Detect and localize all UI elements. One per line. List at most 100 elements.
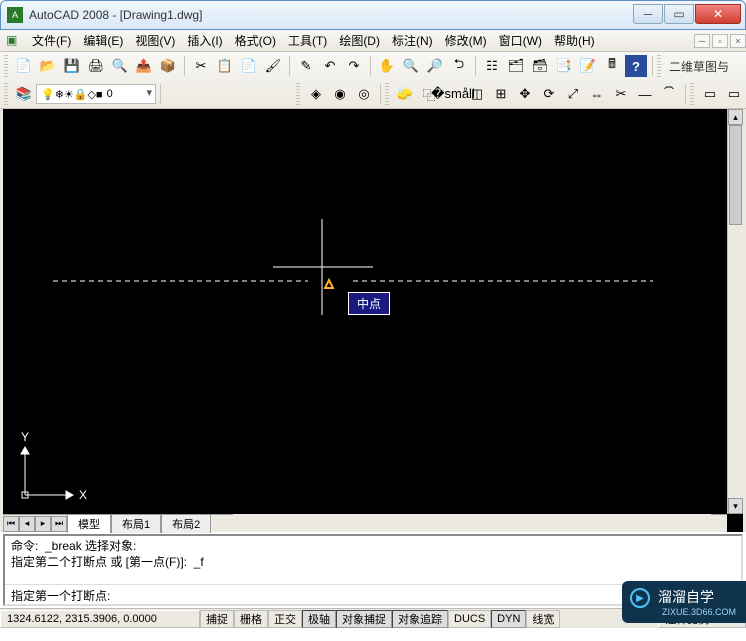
scale-button[interactable]: ⤢ bbox=[562, 83, 584, 105]
toolbar-grip[interactable] bbox=[4, 83, 8, 105]
cmd-history-line: 指定第二个打断点 或 [第一点(F)]: _f bbox=[11, 554, 735, 570]
minimize-button[interactable]: ─ bbox=[633, 4, 663, 24]
zoom-prev-button[interactable]: ⮌ bbox=[448, 55, 470, 77]
layeriso-button[interactable]: ◈ bbox=[305, 83, 327, 105]
zoom-window-button[interactable]: 🔎 bbox=[424, 55, 446, 77]
tab-layout2[interactable]: 布局2 bbox=[161, 514, 211, 533]
mirror-button[interactable]: �småll bbox=[442, 83, 464, 105]
command-history[interactable]: 命令: _break 选择对象: 指定第二个打断点 或 [第一点(F)]: _f bbox=[5, 536, 741, 584]
erase-button[interactable]: 🧽 bbox=[394, 83, 416, 105]
tab-model[interactable]: 模型 bbox=[67, 514, 111, 533]
extend-button[interactable]: — bbox=[634, 83, 656, 105]
mdi-restore-button[interactable]: ▫ bbox=[712, 34, 728, 48]
status-ortho-toggle[interactable]: 正交 bbox=[268, 610, 302, 628]
preview-button[interactable]: 🔍 bbox=[109, 55, 131, 77]
3ddwf-button[interactable]: 📦 bbox=[157, 55, 179, 77]
layer-dropdown[interactable]: 💡❄☀🔒◇■ 0 bbox=[36, 84, 156, 104]
cmd-history-line: 命令: _break 选择对象: bbox=[11, 538, 735, 554]
toolbar-grip[interactable] bbox=[657, 55, 661, 77]
tab-last-button[interactable]: ⏭ bbox=[51, 516, 67, 532]
maximize-button[interactable]: ▭ bbox=[664, 4, 694, 24]
status-snap-toggle[interactable]: 捕捉 bbox=[200, 610, 234, 628]
layerprev-button[interactable]: ◉ bbox=[329, 83, 351, 105]
cut-button[interactable]: ✂ bbox=[190, 55, 212, 77]
horizontal-scrollbar[interactable] bbox=[233, 514, 711, 532]
designcenter-button[interactable]: 🗂 bbox=[505, 55, 527, 77]
trim-button[interactable]: ✂ bbox=[610, 83, 632, 105]
move-button[interactable]: ✥ bbox=[514, 83, 536, 105]
toolbar-grip[interactable] bbox=[4, 55, 8, 77]
menu-dimension[interactable]: 标注(N) bbox=[386, 30, 439, 51]
clean-button[interactable]: ▭ bbox=[699, 83, 721, 105]
status-dyn-toggle[interactable]: DYN bbox=[491, 610, 526, 628]
layer-manager-button[interactable]: 📚 bbox=[13, 83, 35, 105]
layermatch-button[interactable]: ◎ bbox=[353, 83, 375, 105]
menu-help[interactable]: 帮助(H) bbox=[548, 30, 601, 51]
menu-format[interactable]: 格式(O) bbox=[229, 30, 282, 51]
tab-next-button[interactable]: ▸ bbox=[35, 516, 51, 532]
status-lwt-toggle[interactable]: 线宽 bbox=[526, 610, 560, 628]
scroll-up-button[interactable]: ▴ bbox=[728, 109, 743, 125]
pan-button[interactable]: ✋ bbox=[376, 55, 398, 77]
menu-file[interactable]: 文件(F) bbox=[26, 30, 77, 51]
toolbar-grip[interactable] bbox=[296, 83, 300, 105]
menu-window[interactable]: 窗口(W) bbox=[493, 30, 548, 51]
mdi-close-button[interactable]: × bbox=[730, 34, 746, 48]
tab-prev-button[interactable]: ◂ bbox=[19, 516, 35, 532]
watermark-url: ZIXUE.3D66.COM bbox=[662, 607, 736, 617]
menu-bar: ▣ 文件(F) 编辑(E) 视图(V) 插入(I) 格式(O) 工具(T) 绘图… bbox=[0, 30, 746, 52]
menu-insert[interactable]: 插入(I) bbox=[181, 30, 228, 51]
layer-state-icons: 💡❄☀🔒◇■ bbox=[41, 88, 103, 101]
menu-edit[interactable]: 编辑(E) bbox=[77, 30, 129, 51]
workspace-label[interactable]: 二维草图与 bbox=[665, 58, 733, 75]
stretch-button[interactable]: ⇔ bbox=[586, 83, 608, 105]
save-button[interactable]: 💾 bbox=[61, 55, 83, 77]
status-grid-toggle[interactable]: 栅格 bbox=[234, 610, 268, 628]
status-coords[interactable]: 1324.6122, 2315.3906, 0.0000 bbox=[0, 610, 200, 628]
close-button[interactable]: ✕ bbox=[695, 4, 741, 24]
markup-button[interactable]: 📝 bbox=[577, 55, 599, 77]
matchprop-button[interactable]: 🖌 bbox=[262, 55, 284, 77]
copy-button[interactable]: 📋 bbox=[214, 55, 236, 77]
status-ducs-toggle[interactable]: DUCS bbox=[448, 610, 491, 628]
status-polar-toggle[interactable]: 极轴 bbox=[302, 610, 336, 628]
paste-button[interactable]: 📄 bbox=[238, 55, 260, 77]
rotate-button[interactable]: ⟳ bbox=[538, 83, 560, 105]
scroll-thumb[interactable] bbox=[729, 125, 742, 225]
properties-button[interactable]: ☷ bbox=[481, 55, 503, 77]
vertical-scrollbar[interactable]: ▴ ▾ bbox=[727, 109, 743, 514]
publish-button[interactable]: 📤 bbox=[133, 55, 155, 77]
tab-first-button[interactable]: ⏮ bbox=[3, 516, 19, 532]
mdi-minimize-button[interactable]: ─ bbox=[694, 34, 710, 48]
plot-button[interactable]: 🖨 bbox=[85, 55, 107, 77]
menu-draw[interactable]: 绘图(D) bbox=[333, 30, 386, 51]
array-button[interactable]: ⊞ bbox=[490, 83, 512, 105]
sheetset-button[interactable]: 📑 bbox=[553, 55, 575, 77]
toolbar-grip[interactable] bbox=[385, 83, 389, 105]
toolbar-separator bbox=[160, 84, 161, 104]
help-button[interactable]: ? bbox=[625, 55, 647, 77]
status-otrack-toggle[interactable]: 对象追踪 bbox=[392, 610, 448, 628]
drawing-canvas[interactable]: X Y bbox=[3, 109, 743, 532]
tab-layout1[interactable]: 布局1 bbox=[111, 514, 161, 533]
offset-button[interactable]: ◫ bbox=[466, 83, 488, 105]
open-button[interactable]: 📂 bbox=[37, 55, 59, 77]
new-button[interactable]: 📄 bbox=[13, 55, 35, 77]
redo-button[interactable]: ↷ bbox=[343, 55, 365, 77]
undo-button[interactable]: ↶ bbox=[319, 55, 341, 77]
toolbar-grip[interactable] bbox=[690, 83, 694, 105]
drawing-area[interactable]: X Y 中点 ▴ ▾ ⏮ ◂ ▸ ⏭ 模型 布局1 布局2 bbox=[0, 109, 746, 532]
blockeditor-button[interactable]: ✎ bbox=[295, 55, 317, 77]
menu-modify[interactable]: 修改(M) bbox=[439, 30, 493, 51]
scroll-down-button[interactable]: ▾ bbox=[728, 498, 743, 514]
menu-tools[interactable]: 工具(T) bbox=[282, 30, 333, 51]
zoom-rt-button[interactable]: 🔍 bbox=[400, 55, 422, 77]
status-osnap-toggle[interactable]: 对象捕捉 bbox=[336, 610, 392, 628]
break-button[interactable]: ⏠ bbox=[658, 83, 680, 105]
toolpalettes-button[interactable]: 🗃 bbox=[529, 55, 551, 77]
menu-app-icon[interactable]: ▣ bbox=[6, 33, 22, 49]
ucs-icon bbox=[21, 447, 73, 499]
menu-view[interactable]: 视图(V) bbox=[129, 30, 181, 51]
calc-button[interactable]: 🖩 bbox=[601, 55, 623, 77]
unsaved-button[interactable]: ▭ bbox=[723, 83, 745, 105]
